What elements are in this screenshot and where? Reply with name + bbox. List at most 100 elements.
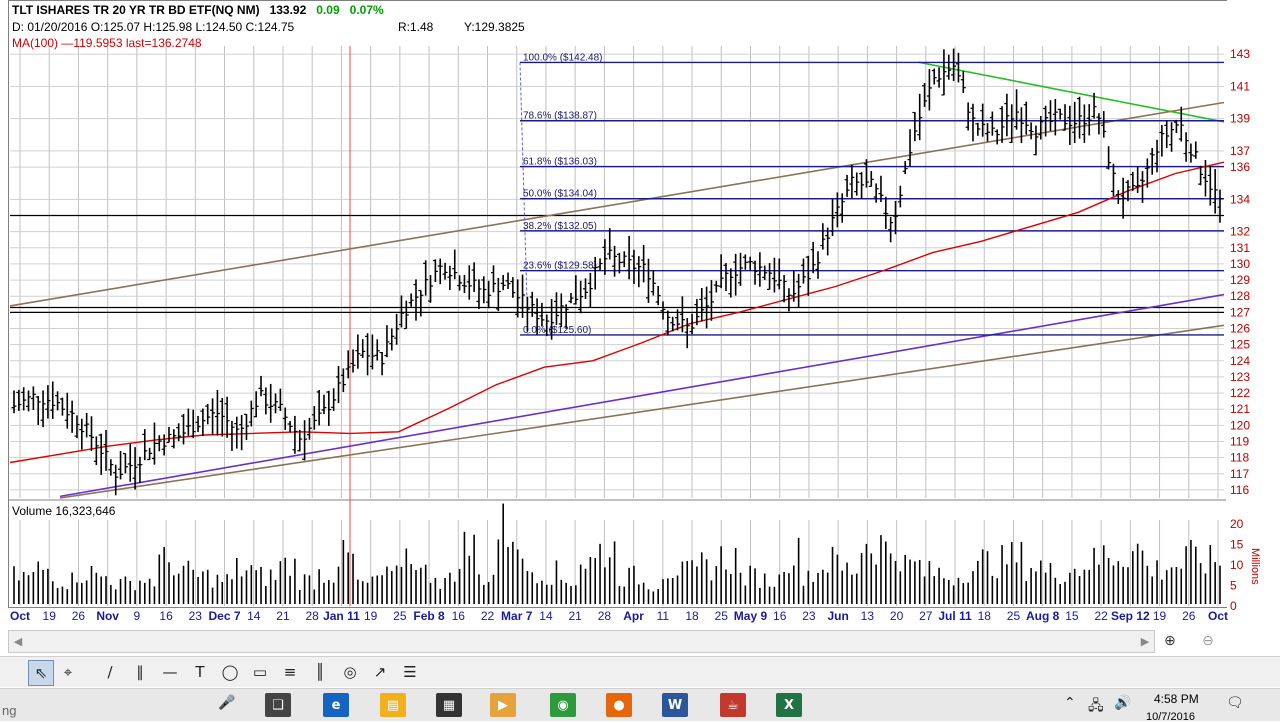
x-tick-label: 28: [306, 609, 320, 623]
price-bar: [69, 400, 75, 433]
tool-horizontal-line-icon[interactable]: —: [158, 660, 182, 684]
price-volume-chart[interactable]: Oct 19 26 Nov 9 16 23 Dec 7 14 21 28 Jan 11 19 25 Feb …: [0, 0, 1280, 630]
word-icon[interactable]: W: [662, 693, 688, 717]
tool-crosshair-icon[interactable]: ⌖: [56, 660, 80, 684]
trendline-purple: [59, 293, 1225, 498]
volume-tick-label: 15: [1230, 538, 1244, 552]
x-tick-label: 21: [276, 609, 290, 623]
price-bar: [277, 388, 283, 411]
price-bar: [282, 407, 288, 430]
tool-pencil-icon[interactable]: ∕: [98, 660, 122, 684]
search-box-text[interactable]: ng: [2, 703, 16, 718]
x-tick-label: 19: [43, 609, 57, 623]
fib-level-label: 50.0% ($134.04): [523, 189, 597, 200]
action-center-icon[interactable]: 🗨: [1226, 695, 1244, 711]
y-tick-label: 117: [1230, 467, 1249, 481]
trendline-brown: [59, 324, 1225, 499]
volume-tick-label: 0: [1230, 599, 1237, 613]
x-tick-label: 22: [1094, 609, 1108, 623]
edge-icon[interactable]: e: [323, 693, 349, 717]
java-icon[interactable]: ☕: [720, 693, 746, 717]
network-icon[interactable]: 🖧: [1088, 695, 1104, 719]
price-bar: [699, 288, 705, 322]
price-bar: [30, 386, 36, 411]
x-tick-label: Apr: [623, 609, 644, 623]
y-tick-label: 118: [1230, 451, 1249, 465]
tool-speed-lines-icon[interactable]: ↗: [368, 660, 392, 684]
tool-parallel-lines-icon[interactable]: ∥: [128, 660, 152, 684]
firefox-icon[interactable]: ●: [606, 693, 632, 717]
tool-ellipse-icon[interactable]: ◯: [218, 660, 242, 684]
price-bar: [931, 68, 937, 85]
task-view-icon[interactable]: ❑: [265, 693, 291, 717]
volume-icon[interactable]: 🔊: [1114, 695, 1131, 711]
price-bar: [539, 302, 545, 327]
y-tick-label: 141: [1230, 79, 1250, 93]
price-bar: [442, 262, 448, 280]
price-bar: [728, 268, 734, 298]
price-bar: [316, 389, 322, 426]
zoom-in-icon[interactable]: ⊕: [1154, 630, 1186, 651]
price-bar: [650, 269, 656, 296]
price-bar: [1198, 165, 1204, 186]
scroll-right-arrow-icon[interactable]: ▶: [1136, 631, 1154, 652]
price-bar: [205, 404, 211, 425]
excel-icon[interactable]: X: [776, 693, 802, 717]
y-tick-label: 116: [1230, 483, 1249, 497]
price-bar: [490, 265, 496, 293]
tool-fibonacci-icon[interactable]: ≡: [278, 660, 302, 684]
scroll-left-arrow-icon[interactable]: ◀: [9, 631, 27, 652]
store-icon[interactable]: ▦: [436, 693, 462, 717]
price-bar: [248, 400, 254, 427]
price-bar: [844, 174, 850, 197]
tray-chevron-icon[interactable]: ⌃: [1064, 695, 1076, 711]
price-bar: [892, 200, 898, 235]
tool-pointer-icon[interactable]: ⇖: [28, 660, 54, 686]
file-explorer-icon[interactable]: ▤: [380, 693, 406, 717]
price-bar: [263, 387, 269, 415]
price-change: 0.09: [316, 3, 340, 17]
r-value: R:1.48: [398, 20, 434, 34]
price-bar: [820, 223, 826, 250]
price-bar: [757, 252, 763, 287]
price-bar: [999, 106, 1005, 143]
tool-gann-icon[interactable]: ║: [308, 660, 332, 684]
tool-text-icon[interactable]: T: [188, 660, 212, 684]
microphone-icon[interactable]: 🎤: [218, 695, 235, 711]
volume-axis-label: Millions: [1249, 548, 1261, 585]
price-bar: [868, 171, 874, 187]
price-bar: [738, 252, 744, 286]
price-bar: [859, 172, 865, 199]
chart-scrollbar[interactable]: ◀ ▶: [8, 630, 1155, 653]
clock-date[interactable]: 10/7/2016: [1146, 711, 1195, 723]
price-bar: [214, 389, 220, 436]
price-bar: [883, 196, 889, 230]
tool-rectangle-icon[interactable]: ▭: [248, 660, 272, 684]
price-bar: [636, 256, 642, 288]
x-tick-label: Oct: [10, 609, 30, 623]
moving-average-readout: MA(100) —119.5953 last=136.2748: [12, 36, 202, 50]
y-tick-label: 129: [1230, 273, 1250, 287]
chrome-icon[interactable]: ◉: [550, 693, 576, 717]
tool-menu-icon[interactable]: ☰: [398, 660, 422, 684]
price-bar: [810, 241, 816, 274]
price-bar: [975, 122, 981, 136]
price-bar: [151, 422, 157, 465]
price-bar: [365, 333, 371, 376]
clock-time[interactable]: 4:58 PM: [1154, 692, 1199, 706]
zoom-out-icon[interactable]: ⊖: [1192, 630, 1224, 651]
fib-level-label: 100.0% ($142.48): [523, 52, 603, 63]
price-bar: [11, 390, 17, 414]
price-bar: [355, 334, 361, 369]
x-tick-label: 9: [134, 609, 141, 623]
price-bar: [466, 265, 472, 300]
price-bar: [985, 123, 991, 142]
x-tick-label: 26: [1182, 609, 1196, 623]
y-tick-label: 137: [1230, 144, 1250, 158]
price-bar: [907, 129, 913, 167]
tool-cycles-icon[interactable]: ◎: [338, 660, 362, 684]
price-bar: [854, 172, 860, 196]
media-player-icon[interactable]: ▶: [490, 693, 516, 717]
x-tick-label: 20: [890, 609, 904, 623]
price-bar: [723, 263, 729, 291]
